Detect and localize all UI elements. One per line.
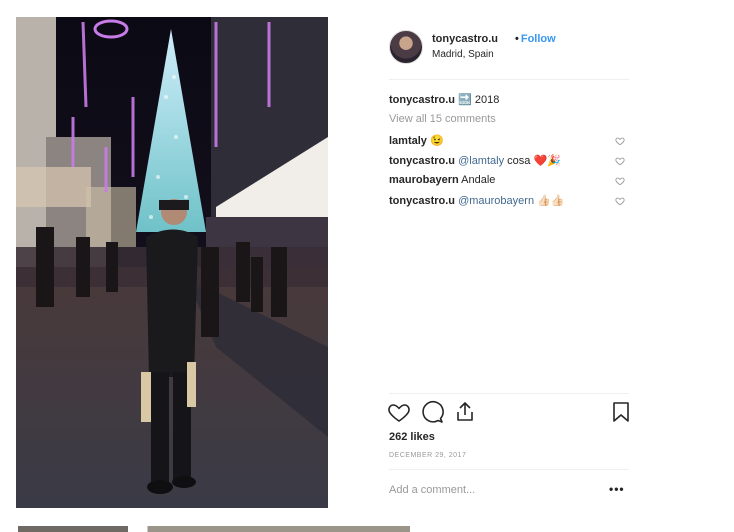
caption-text: 2018 xyxy=(474,94,500,106)
comment-text: 👍🏻👍🏻 xyxy=(537,195,565,207)
actions-divider xyxy=(389,393,629,394)
comment-item: tonycastro.u @lamtaly cosa ❤️🎉 xyxy=(389,154,629,168)
comment-item: maurobayern Andale xyxy=(389,174,629,188)
christmas-street-photo xyxy=(16,17,328,508)
post-caption: tonycastro.u 🔜 2018 xyxy=(389,93,499,106)
post-header: tonycastro.u • Follow Madrid, Spain xyxy=(389,27,629,67)
follow-label[interactable]: Follow xyxy=(521,33,556,45)
comment-username[interactable]: tonycastro.u xyxy=(389,155,455,167)
post-photo[interactable] xyxy=(16,17,328,508)
comment-input-divider xyxy=(389,469,629,470)
post-details-panel: tonycastro.u • Follow Madrid, Spain tonyc… xyxy=(381,17,631,508)
heart-icon[interactable] xyxy=(615,196,625,206)
avatar[interactable] xyxy=(389,30,423,64)
comment-icon[interactable] xyxy=(420,400,444,424)
comment-text: 😉 xyxy=(429,135,444,147)
post-date: DECEMBER 29, 2017 xyxy=(389,452,467,459)
comment-mention[interactable]: @lamtaly xyxy=(458,155,504,167)
bookmark-icon[interactable] xyxy=(609,400,633,424)
comment-username[interactable]: tonycastro.u xyxy=(389,195,455,207)
heart-icon[interactable] xyxy=(387,400,411,424)
comment-item: lamtaly 😉 xyxy=(389,134,629,148)
header-divider xyxy=(389,79,629,80)
separator-dot: • xyxy=(515,33,519,45)
caption-emoji: 🔜 xyxy=(458,94,472,106)
comment-username[interactable]: maurobayern xyxy=(389,174,459,186)
heart-icon[interactable] xyxy=(615,176,625,186)
follow-button[interactable]: • Follow xyxy=(513,33,556,45)
comment-text: Andale xyxy=(461,174,496,186)
likes-count[interactable]: 262 likes xyxy=(389,431,435,443)
post-username[interactable]: tonycastro.u xyxy=(432,33,498,45)
comment-item: tonycastro.u @maurobayern 👍🏻👍🏻 xyxy=(389,194,629,208)
comment-username[interactable]: lamtaly xyxy=(389,135,427,147)
share-icon[interactable] xyxy=(453,400,477,424)
caption-username[interactable]: tonycastro.u xyxy=(389,94,455,106)
comment-mention[interactable]: @maurobayern xyxy=(458,195,534,207)
comment-text: cosa ❤️🎉 xyxy=(507,155,561,167)
add-comment-input[interactable]: Add a comment... xyxy=(389,484,475,496)
more-options-button[interactable]: ••• xyxy=(609,482,625,496)
action-bar xyxy=(387,400,631,426)
heart-icon[interactable] xyxy=(615,156,625,166)
heart-icon[interactable] xyxy=(615,136,625,146)
view-all-comments-link[interactable]: View all 15 comments xyxy=(389,113,496,125)
location-link[interactable]: Madrid, Spain xyxy=(432,49,494,60)
next-post-preview xyxy=(18,526,410,532)
